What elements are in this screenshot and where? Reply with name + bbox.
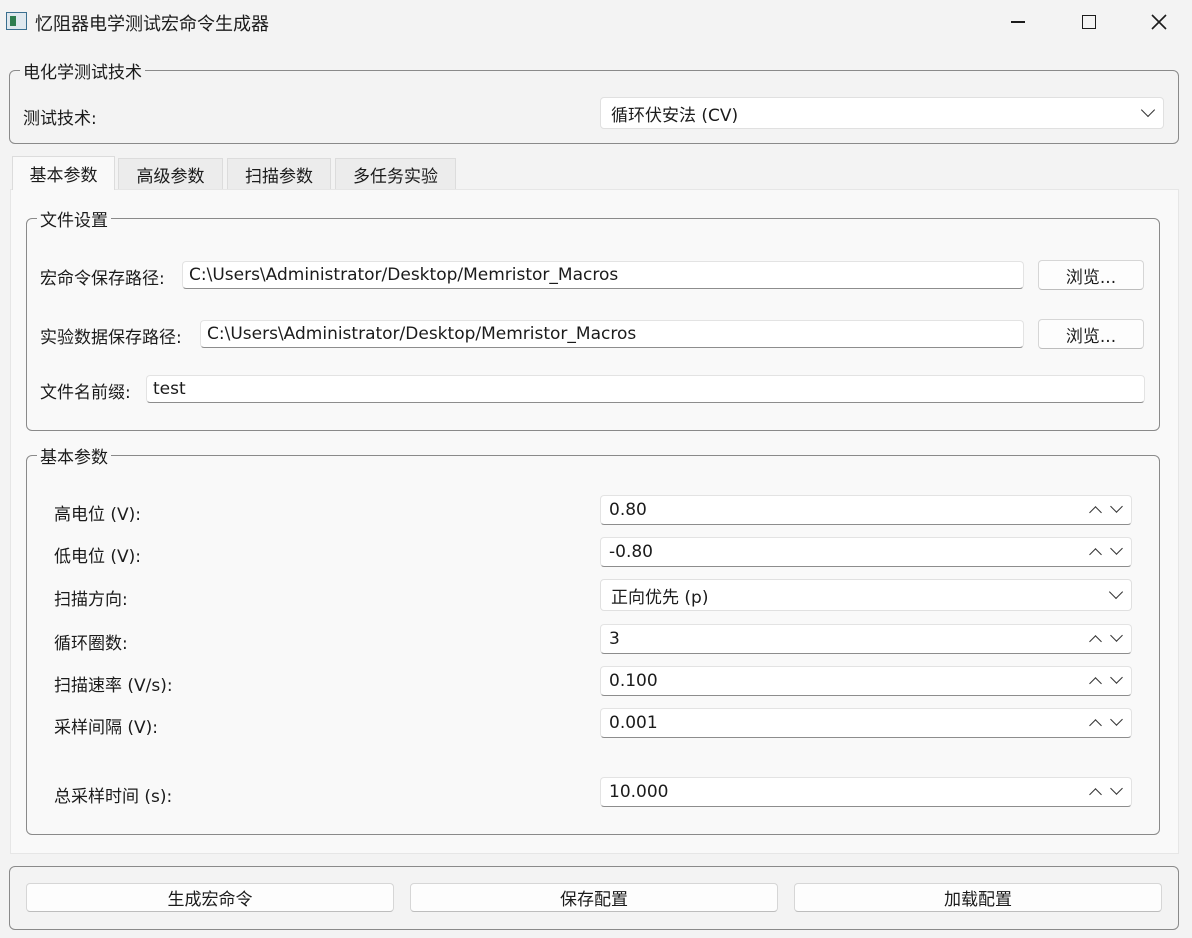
chevron-up-icon[interactable] [1089, 677, 1102, 690]
tab-label: 扫描参数 [245, 166, 313, 187]
chevron-up-icon[interactable] [1089, 506, 1102, 519]
high-potential-value: 0.80 [609, 500, 647, 520]
cycles-spinbox[interactable]: 3 [600, 624, 1132, 654]
chevron-up-icon[interactable] [1089, 788, 1102, 801]
low-potential-spinbox[interactable]: -0.80 [600, 537, 1132, 567]
scan-rate-spinbox[interactable]: 0.100 [600, 666, 1132, 696]
file-settings-group: 文件设置 宏命令保存路径: C:\Users\Administrator/Des… [26, 206, 1160, 431]
maximize-icon [1082, 15, 1096, 29]
cycles-value: 3 [609, 629, 620, 649]
low-potential-value: -0.80 [609, 542, 653, 562]
browse-macro-path-button[interactable]: 浏览... [1038, 260, 1144, 290]
chevron-down-icon[interactable] [1110, 713, 1123, 726]
browse-data-path-button[interactable]: 浏览... [1038, 319, 1144, 349]
tab-label: 高级参数 [136, 166, 205, 187]
tab-scan-params[interactable]: 扫描参数 [227, 158, 331, 189]
low-potential-label: 低电位 (V): [54, 547, 142, 567]
title-bar: 忆阻器电学测试宏命令生成器 [0, 0, 1192, 44]
scan-rate-value: 0.100 [609, 671, 658, 691]
chevron-down-icon [1108, 584, 1124, 600]
chevron-up-icon[interactable] [1089, 635, 1102, 648]
generate-label: 生成宏命令 [167, 890, 253, 910]
prefix-input[interactable]: test [146, 375, 1145, 403]
tab-basic-params[interactable]: 基本参数 [12, 156, 115, 190]
sample-interval-label: 采样间隔 (V): [54, 718, 159, 738]
tab-label: 基本参数 [29, 166, 98, 186]
technique-label: 测试技术: [23, 109, 97, 129]
high-potential-spinbox[interactable]: 0.80 [600, 495, 1132, 525]
window-title: 忆阻器电学测试宏命令生成器 [35, 14, 269, 35]
chevron-down-icon [1140, 102, 1156, 118]
macro-path-input[interactable]: C:\Users\Administrator/Desktop/Memristor… [182, 261, 1024, 289]
technique-select-value: 循环伏安法 (CV) [611, 105, 739, 126]
prefix-value: test [153, 379, 186, 399]
data-path-value: C:\Users\Administrator/Desktop/Memristor… [207, 324, 637, 344]
chevron-down-icon[interactable] [1110, 542, 1123, 555]
chevron-up-icon[interactable] [1089, 548, 1102, 561]
basic-params-title: 基本参数 [37, 443, 111, 468]
technique-group-title: 电化学测试技术 [20, 58, 145, 83]
data-path-input[interactable]: C:\Users\Administrator/Desktop/Memristor… [200, 320, 1024, 348]
save-config-button[interactable]: 保存配置 [410, 883, 778, 912]
chevron-down-icon[interactable] [1110, 671, 1123, 684]
save-label: 保存配置 [560, 890, 628, 910]
high-potential-label: 高电位 (V): [54, 505, 142, 525]
basic-params-group: 基本参数 高电位 (V): 0.80 低电位 (V): -0.80 扫描方向: … [26, 443, 1160, 835]
tab-advanced-params[interactable]: 高级参数 [118, 158, 223, 189]
total-time-value: 10.000 [609, 782, 669, 802]
load-label: 加载配置 [944, 890, 1012, 910]
tab-label: 多任务实验 [353, 166, 438, 187]
tab-panel: 文件设置 宏命令保存路径: C:\Users\Administrator/Des… [10, 189, 1179, 854]
total-time-spinbox[interactable]: 10.000 [600, 777, 1132, 807]
browse-label: 浏览... [1065, 267, 1117, 288]
browse-label: 浏览... [1065, 326, 1117, 347]
chevron-up-icon[interactable] [1089, 719, 1102, 732]
total-time-label: 总采样时间 (s): [54, 787, 173, 807]
chevron-down-icon[interactable] [1110, 629, 1123, 642]
minimize-icon [1011, 21, 1025, 23]
technique-group: 电化学测试技术 测试技术: 循环伏安法 (CV) [9, 58, 1179, 144]
file-settings-title: 文件设置 [37, 206, 111, 231]
sample-interval-value: 0.001 [609, 713, 658, 733]
scan-direction-value: 正向优先 (p) [611, 587, 709, 608]
app-icon [6, 12, 27, 30]
chevron-down-icon[interactable] [1110, 782, 1123, 795]
sample-interval-spinbox[interactable]: 0.001 [600, 708, 1132, 738]
load-config-button[interactable]: 加载配置 [794, 883, 1162, 912]
chevron-down-icon[interactable] [1110, 500, 1123, 513]
minimize-button[interactable] [995, 8, 1041, 36]
data-path-label: 实验数据保存路径: [40, 328, 182, 348]
cycles-label: 循环圈数: [54, 634, 128, 654]
technique-select[interactable]: 循环伏安法 (CV) [600, 97, 1164, 129]
maximize-button[interactable] [1066, 8, 1112, 36]
scan-direction-select[interactable]: 正向优先 (p) [600, 579, 1132, 611]
macro-path-value: C:\Users\Administrator/Desktop/Memristor… [189, 265, 619, 285]
action-bar: 生成宏命令 保存配置 加载配置 [9, 866, 1179, 930]
prefix-label: 文件名前缀: [40, 383, 131, 403]
macro-path-label: 宏命令保存路径: [40, 269, 165, 289]
scan-direction-label: 扫描方向: [54, 590, 128, 610]
generate-macro-button[interactable]: 生成宏命令 [26, 883, 394, 912]
scan-rate-label: 扫描速率 (V/s): [54, 676, 173, 696]
tab-multitask[interactable]: 多任务实验 [335, 158, 456, 189]
close-button[interactable] [1136, 8, 1182, 36]
close-icon [1151, 14, 1167, 30]
